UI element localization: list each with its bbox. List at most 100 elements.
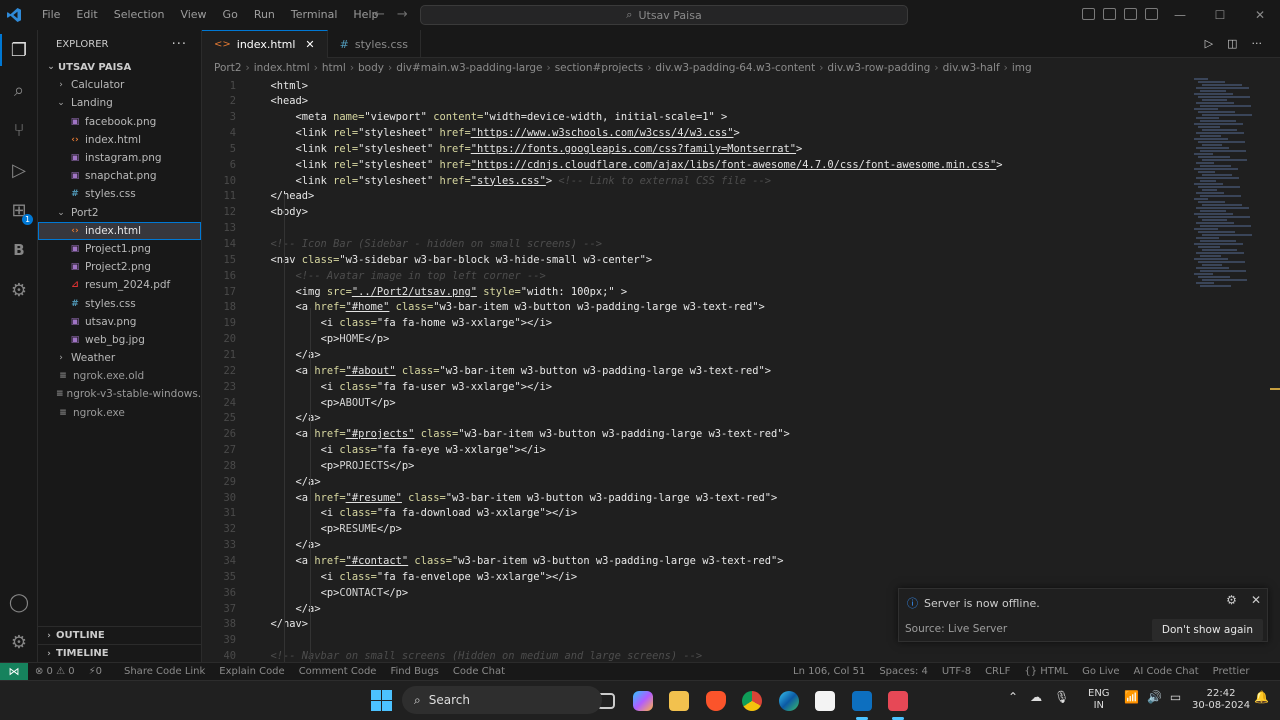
edge-icon[interactable]	[779, 691, 799, 711]
breadcrumb-item[interactable]: img	[1012, 62, 1032, 74]
extensions-icon[interactable]: ⊞ 1	[0, 190, 38, 230]
accounts-icon[interactable]: ◯	[0, 582, 38, 622]
run-debug-icon[interactable]: ▷	[0, 150, 38, 190]
menu-item-terminal[interactable]: Terminal	[283, 0, 346, 30]
minimap[interactable]	[1190, 78, 1266, 290]
remote-explorer-icon[interactable]: ⚙	[0, 270, 38, 310]
file-item[interactable]: ⊿ resum_2024.pdf	[38, 276, 201, 294]
toggle-sidebar-icon[interactable]	[1082, 8, 1095, 20]
file-item[interactable]: ‹› index.html	[38, 131, 201, 149]
back-arrow-icon[interactable]: ←	[374, 7, 385, 22]
source-control-icon[interactable]: ⑂	[0, 110, 38, 150]
run-icon[interactable]: ▷	[1205, 37, 1213, 50]
folder-item[interactable]: ⌄ Landing	[38, 94, 201, 112]
brave-browser-icon[interactable]	[706, 691, 726, 711]
menu-item-edit[interactable]: Edit	[68, 0, 105, 30]
breadcrumb-item[interactable]: index.html	[254, 62, 310, 74]
menu-item-view[interactable]: View	[172, 0, 214, 30]
file-item[interactable]: ≡ ngrok.exe	[38, 404, 201, 422]
breadcrumb-item[interactable]: div.w3-half	[943, 62, 1000, 74]
microphone-icon[interactable]: 🎙	[1054, 690, 1069, 704]
close-window-icon[interactable]: ✕	[1240, 8, 1280, 22]
snipping-tool-icon[interactable]	[888, 691, 908, 711]
toggle-secondary-sidebar-icon[interactable]	[1124, 8, 1137, 20]
start-button-icon[interactable]	[371, 690, 392, 711]
status-item[interactable]: Share Code Link	[117, 666, 212, 677]
store-icon[interactable]	[815, 691, 835, 711]
breadcrumb-item[interactable]: div#main.w3-padding-large	[396, 62, 542, 74]
close-icon[interactable]: ✕	[1251, 593, 1261, 607]
close-tab-icon[interactable]: ✕	[305, 38, 314, 51]
breadcrumb-item[interactable]: body	[358, 62, 384, 74]
status-item[interactable]: ⚡0	[82, 666, 109, 677]
menu-item-run[interactable]: Run	[246, 0, 283, 30]
dont-show-again-button[interactable]: Don't show again	[1151, 619, 1263, 641]
timeline-section[interactable]: › TIMELINE	[38, 644, 202, 662]
breadcrumb-item[interactable]: section#projects	[555, 62, 644, 74]
file-item[interactable]: ▣ web_bg.jpg	[38, 331, 201, 349]
folder-item[interactable]: › Calculator	[38, 76, 201, 94]
maximize-icon[interactable]: ☐	[1200, 8, 1240, 22]
tab-index-html[interactable]: <> index.html ✕	[202, 30, 328, 58]
breadcrumb-item[interactable]: div.w3-row-padding	[827, 62, 930, 74]
notification-bell-icon[interactable]: 🔔	[1254, 690, 1269, 704]
menu-item-file[interactable]: File	[34, 0, 68, 30]
status-item[interactable]: Prettier	[1206, 666, 1257, 677]
status-item[interactable]: {} HTML	[1017, 666, 1075, 677]
file-item[interactable]: ‹› index.html	[38, 221, 201, 240]
language-indicator[interactable]: ENG IN	[1088, 688, 1110, 712]
file-item[interactable]: ▣ instagram.png	[38, 149, 201, 167]
status-item[interactable]: ⊗ 0 ⚠ 0	[28, 666, 82, 677]
menu-item-selection[interactable]: Selection	[106, 0, 173, 30]
status-icons[interactable]: 📶 🔊 ▭	[1124, 690, 1181, 704]
split-editor-icon[interactable]: ◫	[1227, 37, 1237, 50]
editor-scrollbar[interactable]	[1268, 78, 1280, 662]
clock[interactable]: 22:42 30-08-2024	[1192, 688, 1250, 712]
chevron-up-icon[interactable]: ⌃	[1008, 690, 1018, 704]
more-actions-icon[interactable]: ···	[172, 37, 187, 52]
folder-item[interactable]: ⌄ Port2	[38, 204, 201, 222]
chrome-icon[interactable]	[742, 691, 762, 711]
status-item[interactable]: Code Chat	[446, 666, 512, 677]
gear-icon[interactable]: ⚙	[1226, 593, 1237, 607]
forward-arrow-icon[interactable]: →	[397, 7, 408, 22]
workspace-root[interactable]: ⌄ UTSAV PAISA	[38, 58, 201, 76]
customize-layout-icon[interactable]	[1145, 8, 1158, 20]
file-item[interactable]: ▣ facebook.png	[38, 113, 201, 131]
file-explorer-icon[interactable]	[669, 691, 689, 711]
b-extension-icon[interactable]: B	[0, 230, 38, 270]
status-item[interactable]: Ln 106, Col 51	[786, 666, 872, 677]
tab-styles-css[interactable]: # styles.css	[328, 30, 421, 58]
status-item[interactable]: Find Bugs	[383, 666, 445, 677]
taskbar-search[interactable]: ⌕ Search	[402, 686, 602, 714]
file-item[interactable]: ▣ Project2.png	[38, 258, 201, 276]
minimize-icon[interactable]: —	[1160, 8, 1200, 22]
status-item[interactable]: Explain Code	[212, 666, 291, 677]
file-item[interactable]: # styles.css	[38, 185, 201, 203]
explorer-icon[interactable]: ❐	[0, 30, 38, 70]
file-item[interactable]: ▣ utsav.png	[38, 313, 201, 331]
remote-indicator-icon[interactable]: ⋈	[0, 662, 28, 681]
status-item[interactable]: CRLF	[978, 666, 1017, 677]
code-editor[interactable]: 1 <html> 2 <head> 3 <meta name="viewport" …	[202, 78, 1280, 662]
file-item[interactable]: ▣ Project1.png	[38, 240, 201, 258]
status-item[interactable]: Comment Code	[292, 666, 384, 677]
file-item[interactable]: ≡ ngrok.exe.old	[38, 367, 201, 385]
folder-item[interactable]: › Weather	[38, 349, 201, 367]
toggle-panel-icon[interactable]	[1103, 8, 1116, 20]
status-item[interactable]: Spaces: 4	[872, 666, 935, 677]
outline-section[interactable]: › OUTLINE	[38, 626, 202, 644]
search-view-icon[interactable]: ⌕	[0, 70, 38, 110]
more-actions-icon[interactable]: ···	[1252, 37, 1263, 50]
copilot-icon[interactable]	[633, 691, 653, 711]
file-item[interactable]: # styles.css	[38, 294, 201, 312]
status-item[interactable]: Go Live	[1075, 666, 1126, 677]
file-item[interactable]: ▣ snapchat.png	[38, 167, 201, 185]
breadcrumb-item[interactable]: Port2	[214, 62, 242, 74]
status-item[interactable]: AI Code Chat	[1127, 666, 1206, 677]
status-item[interactable]: UTF-8	[935, 666, 978, 677]
menu-item-go[interactable]: Go	[215, 0, 246, 30]
onedrive-cloud-icon[interactable]: ☁	[1030, 690, 1042, 704]
command-center[interactable]: ⌕ Utsav Paisa	[420, 5, 908, 25]
manage-gear-icon[interactable]: ⚙	[0, 622, 38, 662]
